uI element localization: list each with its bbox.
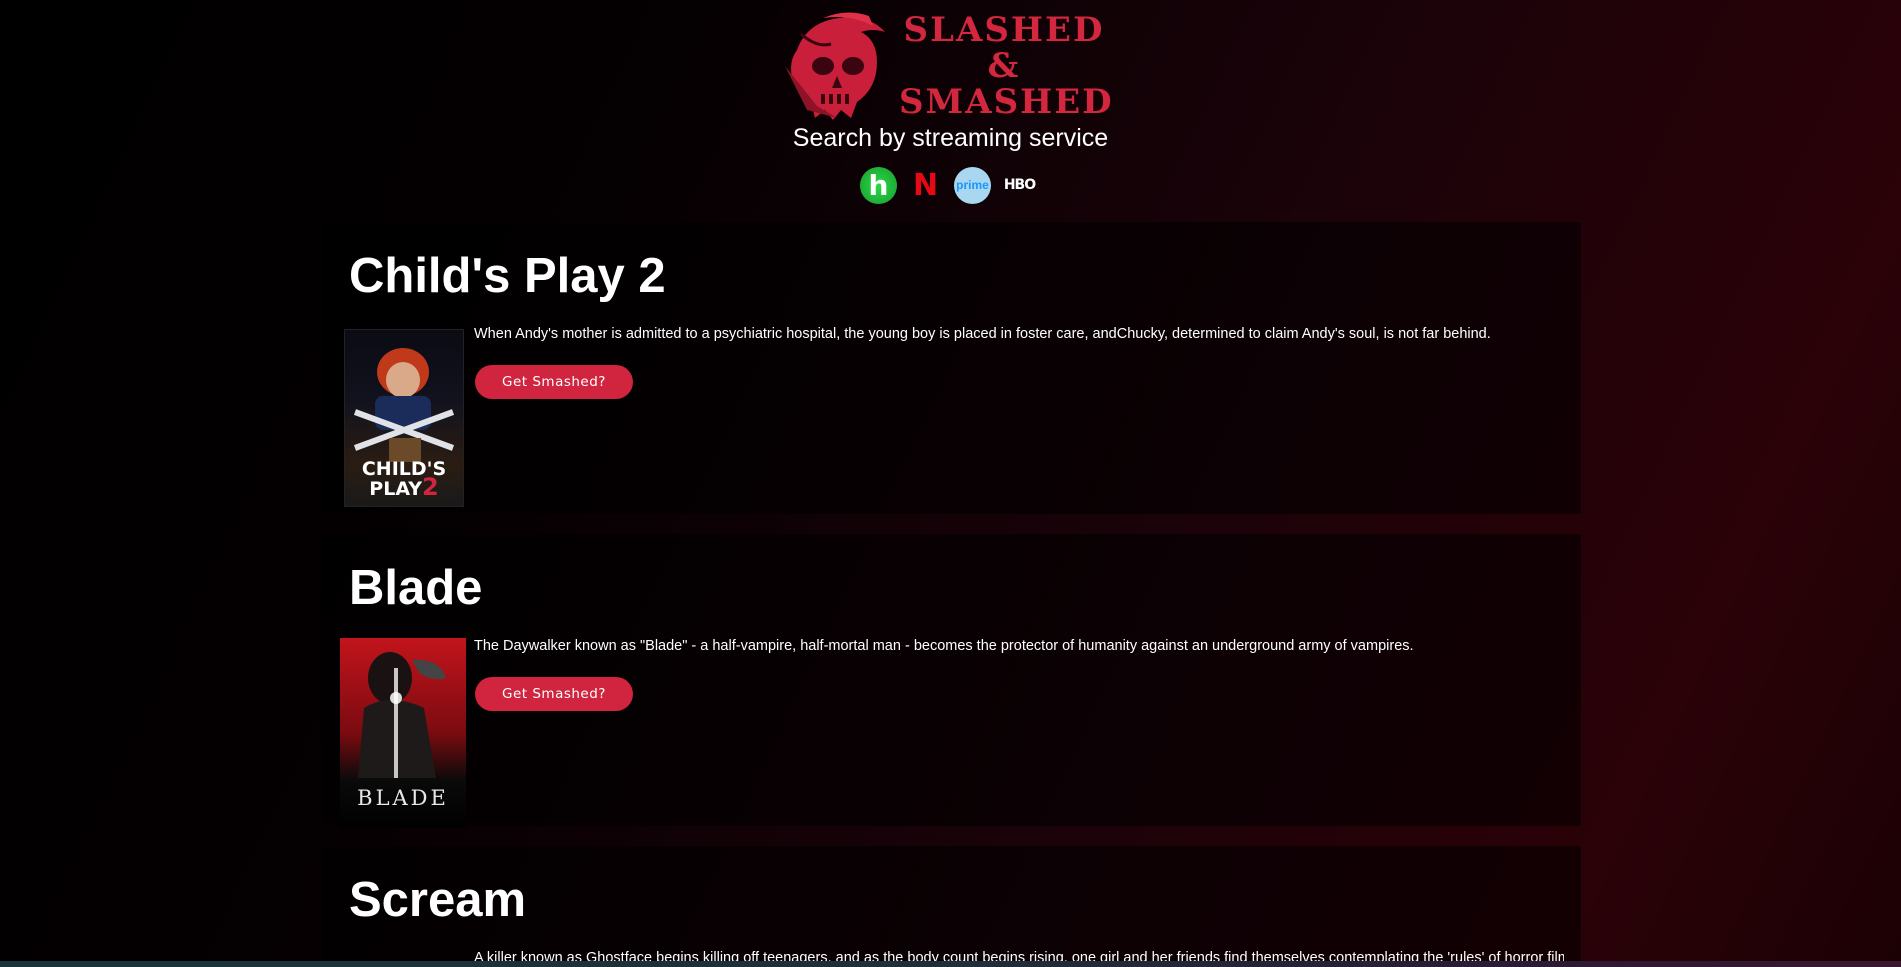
site-header: SLASHED & SMASHED Search by streaming se… [0,0,1901,220]
movie-card: Child's Play 2 CHILD'S PLAY2 When Andy's… [322,222,1581,514]
get-smashed-button[interactable]: Get Smashed? [475,677,633,711]
movie-title: Scream [349,873,527,927]
hulu-icon[interactable]: h [860,166,897,204]
netflix-icon[interactable]: N [907,167,944,204]
movie-poster[interactable]: CHILD'S PLAY2 [344,329,464,507]
movie-title: Blade [349,561,483,615]
poster-text: PLAY [369,478,422,500]
logo-line-1: SLASHED & [903,9,1105,86]
movie-card: Blade BLADE The Daywalker known as "Blad… [322,534,1581,828]
get-smashed-button[interactable]: Get Smashed? [475,365,633,399]
poster-text: 2 [421,473,439,501]
movie-description: When Andy's mother is admitted to a psyc… [474,326,1491,342]
prime-video-icon[interactable]: prime [954,166,991,204]
logo-line-2: SMASHED [899,81,1114,122]
poster-text: BLADE [357,786,449,810]
search-by-service-heading: Search by streaming service [792,124,1109,152]
skull-reaper-icon [785,11,885,120]
movie-poster[interactable]: BLADE [340,638,466,828]
logo-wordmark: SLASHED & SMASHED [899,9,1114,122]
movie-description: The Daywalker known as "Blade" - a half-… [474,638,1414,654]
hbo-icon[interactable]: HBO [1001,167,1038,204]
streaming-service-list: h N prime HBO [860,166,1040,204]
site-logo[interactable]: SLASHED & SMASHED [777,8,1117,123]
horizontal-scrollbar[interactable] [0,961,1901,967]
movie-card: Scream A killer known as Ghostface begin… [322,846,1581,967]
movie-title: Child's Play 2 [349,249,666,303]
